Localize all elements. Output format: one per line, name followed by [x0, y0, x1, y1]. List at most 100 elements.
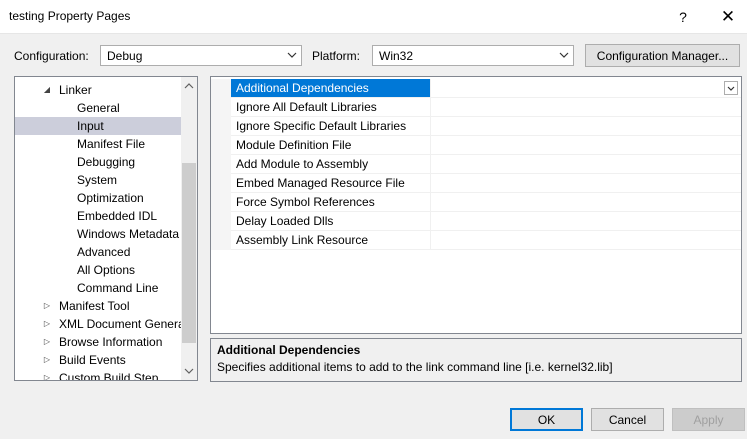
tree-item[interactable]: Debugging — [15, 153, 181, 171]
property-row[interactable]: Ignore All Default Libraries — [211, 98, 741, 117]
property-value[interactable] — [432, 212, 741, 230]
collapsed-arrow-icon[interactable]: ▷ — [42, 369, 52, 380]
property-value[interactable] — [432, 117, 741, 135]
scroll-thumb[interactable] — [182, 163, 196, 343]
window-title: testing Property Pages — [9, 9, 131, 23]
tree-item[interactable]: ▷ Custom Build Step — [15, 369, 181, 380]
property-value[interactable] — [432, 174, 741, 192]
configuration-value: Debug — [107, 49, 143, 63]
tree-item-label: Embedded IDL — [77, 209, 158, 223]
property-value[interactable] — [432, 155, 741, 173]
description-text: Specifies additional items to add to the… — [217, 360, 613, 374]
title-bar: testing Property Pages ? ✕ — [0, 0, 747, 34]
ok-button[interactable]: OK — [510, 408, 583, 431]
row-gutter — [211, 79, 231, 98]
tree-item[interactable]: ◢ Linker — [15, 81, 181, 99]
tree-item[interactable]: System — [15, 171, 181, 189]
tree-item-label: General — [77, 101, 120, 115]
collapsed-arrow-icon[interactable]: ▷ — [42, 351, 52, 369]
chevron-down-icon — [287, 52, 297, 58]
chevron-down-icon — [727, 86, 735, 91]
tree-item[interactable]: Advanced — [15, 243, 181, 261]
tree-item[interactable]: ▷ Browse Information — [15, 333, 181, 351]
tree-scrollbar[interactable] — [181, 77, 197, 380]
description-title: Additional Dependencies — [217, 343, 361, 357]
property-name[interactable]: Delay Loaded Dlls — [231, 212, 431, 230]
chevron-down-icon — [559, 52, 569, 58]
property-name[interactable]: Add Module to Assembly — [231, 155, 431, 173]
tree-view: ◢ Linker General Input Manifest File Debuggin… — [15, 77, 181, 380]
scroll-up-icon[interactable] — [184, 81, 194, 91]
property-row[interactable]: Embed Managed Resource File — [211, 174, 741, 193]
tree-item-label: Windows Metadata — [77, 227, 180, 241]
tree-item-label: Custom Build Step — [59, 371, 159, 380]
expanded-arrow-icon[interactable]: ◢ — [42, 81, 52, 99]
cancel-button[interactable]: Cancel — [591, 408, 664, 431]
property-value[interactable] — [432, 193, 741, 211]
tree-item-label: Advanced — [77, 245, 131, 259]
help-button[interactable]: ? — [664, 0, 702, 33]
tree-item-label: Linker — [59, 83, 92, 97]
tree-item[interactable]: ▷ Build Events — [15, 351, 181, 369]
tree-item[interactable]: Embedded IDL — [15, 207, 181, 225]
property-row[interactable]: Additional Dependencies — [211, 79, 741, 98]
property-row[interactable]: Add Module to Assembly — [211, 155, 741, 174]
tree-item[interactable]: Input — [15, 117, 181, 135]
value-dropdown-button[interactable] — [724, 81, 738, 95]
tree-item-label: All Options — [77, 263, 136, 277]
scroll-down-icon[interactable] — [184, 366, 194, 376]
property-row[interactable]: Ignore Specific Default Libraries — [211, 117, 741, 136]
tree-item-label: Input — [77, 119, 104, 133]
property-name[interactable]: Module Definition File — [231, 136, 431, 154]
description-panel: Additional Dependencies Specifies additi… — [210, 338, 742, 382]
property-name[interactable]: Ignore Specific Default Libraries — [231, 117, 431, 135]
property-value[interactable] — [432, 231, 741, 249]
tree-item[interactable]: Optimization — [15, 189, 181, 207]
platform-label: Platform: — [312, 49, 361, 63]
property-name[interactable]: Embed Managed Resource File — [231, 174, 431, 192]
row-gutter — [211, 98, 231, 117]
configuration-dropdown[interactable]: Debug — [100, 45, 302, 66]
row-gutter — [211, 136, 231, 155]
tree-item-label: XML Document Generator — [59, 317, 181, 331]
property-row[interactable]: Delay Loaded Dlls — [211, 212, 741, 231]
platform-dropdown[interactable]: Win32 — [372, 45, 574, 66]
property-value[interactable] — [432, 79, 741, 97]
row-gutter — [211, 193, 231, 212]
tree-item-label: Command Line — [77, 281, 159, 295]
tree-item-label: Build Events — [59, 353, 126, 367]
tree-item[interactable]: Windows Metadata — [15, 225, 181, 243]
apply-button[interactable]: Apply — [672, 408, 745, 431]
tree-item-label: Debugging — [77, 155, 136, 169]
property-row[interactable]: Force Symbol References — [211, 193, 741, 212]
close-button[interactable]: ✕ — [709, 0, 747, 33]
tree-item[interactable]: All Options — [15, 261, 181, 279]
property-tree: ◢ Linker General Input Manifest File Debuggin… — [14, 76, 198, 381]
tree-item-label: Browse Information — [59, 335, 163, 349]
collapsed-arrow-icon[interactable]: ▷ — [42, 297, 52, 315]
tree-item[interactable]: ▷ XML Document Generator — [15, 315, 181, 333]
configuration-label: Configuration: — [14, 49, 89, 63]
property-name[interactable]: Force Symbol References — [231, 193, 431, 211]
row-gutter — [211, 231, 231, 250]
collapsed-arrow-icon[interactable]: ▷ — [42, 333, 52, 351]
property-row[interactable]: Module Definition File — [211, 136, 741, 155]
row-gutter — [211, 174, 231, 193]
tree-item-label: Manifest Tool — [59, 299, 130, 313]
tree-item[interactable]: Command Line — [15, 279, 181, 297]
tree-item-label: Manifest File — [77, 137, 146, 151]
property-value[interactable] — [432, 136, 741, 154]
collapsed-arrow-icon[interactable]: ▷ — [42, 315, 52, 333]
row-gutter — [211, 212, 231, 231]
tree-item-label: Optimization — [77, 191, 144, 205]
property-name[interactable]: Ignore All Default Libraries — [231, 98, 431, 116]
row-gutter — [211, 155, 231, 174]
property-row[interactable]: Assembly Link Resource — [211, 231, 741, 250]
tree-item[interactable]: General — [15, 99, 181, 117]
configuration-manager-button[interactable]: Configuration Manager... — [585, 44, 740, 67]
property-value[interactable] — [432, 98, 741, 116]
tree-item[interactable]: Manifest File — [15, 135, 181, 153]
property-name[interactable]: Additional Dependencies — [231, 79, 431, 97]
property-name[interactable]: Assembly Link Resource — [231, 231, 431, 249]
tree-item[interactable]: ▷ Manifest Tool — [15, 297, 181, 315]
